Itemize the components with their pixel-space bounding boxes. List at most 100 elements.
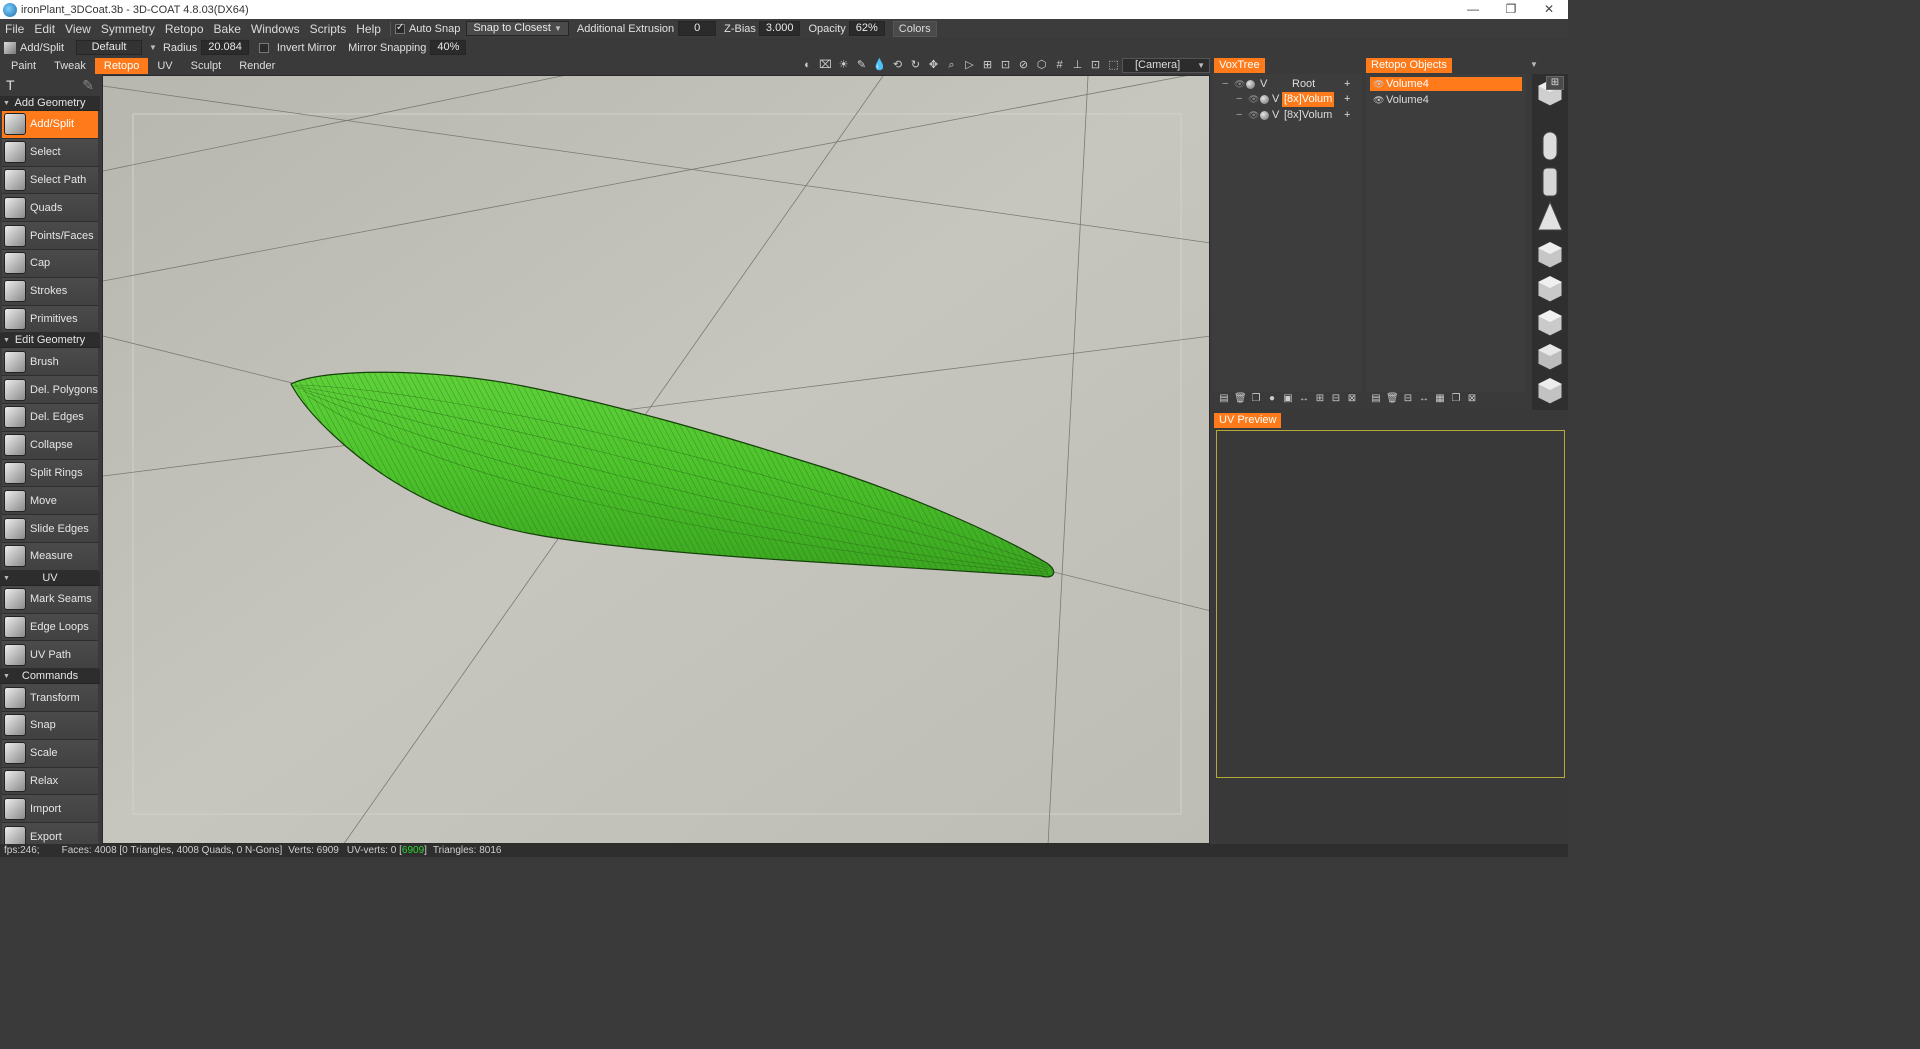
move-icon[interactable]: ↔ [1298, 393, 1310, 404]
menu-help[interactable]: Help [351, 22, 386, 36]
tool-relax[interactable]: Relax [2, 767, 98, 796]
merge-icon[interactable]: ⊞ [1314, 393, 1326, 404]
add-primitive-icon[interactable]: ⊞ [1546, 76, 1564, 90]
zoom-icon[interactable]: ⌕ [944, 59, 959, 72]
close-icon[interactable]: ⊠ [1466, 393, 1478, 404]
viewport[interactable] [102, 75, 1210, 844]
section-edit-geometry[interactable]: Edit Geometry [0, 333, 100, 349]
menu-view[interactable]: View [60, 22, 96, 36]
pan-icon[interactable]: ✥ [926, 59, 941, 72]
copy-icon[interactable]: ❐ [1450, 393, 1462, 404]
cube-icon[interactable]: ⬡ [1034, 59, 1049, 72]
orbit-icon[interactable]: ⟲ [890, 59, 905, 72]
fullscreen-icon[interactable]: ⊡ [1088, 59, 1103, 72]
tab-sculpt[interactable]: Sculpt [182, 58, 231, 74]
brush-icon[interactable]: ✎ [82, 77, 94, 94]
tool-add-split[interactable]: Add/Split [2, 111, 98, 139]
mirror-snapping-field[interactable]: 40% [430, 40, 467, 55]
tool-mark-seams[interactable]: Mark Seams [2, 585, 98, 614]
chevron-down-icon[interactable]: ▼ [149, 43, 157, 52]
tool-brush[interactable]: Brush [2, 348, 98, 377]
no-symbol-icon[interactable]: ⊘ [1016, 59, 1031, 72]
menu-retopo[interactable]: Retopo [160, 22, 209, 36]
tool-slide-edges[interactable]: Slide Edges [2, 515, 98, 543]
tab-render[interactable]: Render [230, 58, 284, 74]
voxtree-row[interactable]: − 👁 V [8x]Volum + [1212, 108, 1362, 123]
close-button[interactable]: ✕ [1530, 0, 1568, 19]
tab-tweak[interactable]: Tweak [45, 58, 95, 74]
frame-selected-icon[interactable]: ⊡ [998, 59, 1013, 72]
save-icon[interactable]: ▣ [1282, 393, 1294, 404]
move-icon[interactable]: ↔ [1418, 393, 1430, 404]
menu-bake[interactable]: Bake [209, 22, 246, 36]
extrusion-field[interactable]: 0 [678, 21, 717, 36]
retopo-objects-title[interactable]: Retopo Objects [1366, 58, 1452, 73]
radius-field[interactable]: 20.084 [201, 40, 249, 55]
split-icon[interactable]: ⊟ [1330, 393, 1342, 404]
restore-button[interactable]: ❐ [1492, 0, 1530, 19]
eye-icon[interactable]: 👁 [1248, 92, 1259, 107]
voxtree-row[interactable]: − 👁 V [8x]Volum + [1212, 92, 1362, 107]
tool-quads[interactable]: Quads [2, 194, 98, 223]
tool-primitives[interactable]: Primitives [2, 305, 98, 334]
pen-icon[interactable]: ✎ [854, 59, 869, 72]
delete-icon[interactable]: 🗑 [1234, 393, 1247, 404]
tool-del-edges[interactable]: Del. Edges [2, 403, 98, 432]
add-layer-icon[interactable]: + [1344, 108, 1350, 123]
uv-preview-canvas[interactable] [1216, 430, 1565, 778]
menu-edit[interactable]: Edit [29, 22, 60, 36]
camera-select[interactable]: [Camera] ▼ [1122, 58, 1210, 73]
retopo-object-row[interactable]: 👁 Volume4 [1370, 77, 1522, 91]
colors-button[interactable]: Colors [892, 20, 937, 37]
voxtree-title[interactable]: VoxTree [1214, 58, 1265, 73]
tool-measure[interactable]: Measure [2, 542, 98, 571]
close-icon[interactable]: ⊠ [1346, 393, 1358, 404]
tool-scale[interactable]: Scale [2, 739, 98, 768]
collapse-icon[interactable]: − [1222, 77, 1228, 92]
section-uv[interactable]: UV [0, 570, 100, 586]
tool-select[interactable]: Select [2, 138, 98, 167]
invert-mirror-checkbox[interactable] [258, 42, 269, 53]
add-layer-icon[interactable]: + [1344, 92, 1350, 107]
delete-icon[interactable]: 🗑 [1386, 393, 1399, 404]
tab-retopo[interactable]: Retopo [94, 57, 149, 74]
eye-icon[interactable]: 👁 [1234, 77, 1245, 92]
retopo-object-row[interactable]: 👁 Volume4 [1370, 93, 1522, 107]
grid-icon[interactable]: # [1052, 59, 1067, 72]
uv-preview-title[interactable]: UV Preview [1214, 413, 1282, 428]
menu-windows[interactable]: Windows [246, 22, 305, 36]
collapse-icon[interactable]: − [1236, 92, 1242, 107]
tool-transform[interactable]: Transform [2, 684, 98, 712]
section-commands[interactable]: Commands [0, 669, 100, 685]
shading-icon[interactable]: ◐ [800, 59, 815, 72]
viewport-canvas[interactable] [103, 76, 1210, 844]
grid-icon[interactable]: ▦ [1434, 393, 1446, 404]
menu-file[interactable]: File [0, 22, 29, 36]
preset-select[interactable]: Default [76, 40, 143, 55]
minimize-button[interactable]: — [1454, 0, 1492, 19]
drop-icon[interactable]: 💧 [872, 59, 887, 72]
sphere-add-icon[interactable]: ● [1266, 393, 1278, 404]
tool-split-rings[interactable]: Split Rings [2, 459, 98, 488]
copy-icon[interactable]: ❐ [1250, 393, 1262, 404]
tool-import[interactable]: Import [2, 795, 98, 824]
opacity-field[interactable]: 62% [848, 21, 885, 36]
eye-icon[interactable]: 👁 [1373, 93, 1384, 107]
menu-scripts[interactable]: Scripts [305, 22, 352, 36]
zbias-field[interactable]: 3.000 [758, 21, 801, 36]
auto-snap-checkbox[interactable] [394, 22, 405, 34]
tool-cap[interactable]: Cap [2, 249, 98, 278]
tab-paint[interactable]: Paint [2, 58, 45, 74]
voxtree-row-root[interactable]: − 👁 V Root + [1212, 77, 1362, 92]
tool-collapse[interactable]: Collapse [2, 431, 98, 460]
tool-uv-path[interactable]: UV Path [2, 641, 98, 670]
layout-icon[interactable]: ⬚ [1106, 59, 1121, 72]
light-icon[interactable]: ☀ [836, 59, 851, 72]
play-icon[interactable]: ▷ [962, 59, 977, 72]
tool-snap[interactable]: Snap [2, 711, 98, 740]
tab-uv[interactable]: UV [148, 58, 181, 74]
menu-symmetry[interactable]: Symmetry [96, 22, 160, 36]
tool-move[interactable]: Move [2, 487, 98, 516]
text-tool-icon[interactable]: T [6, 77, 15, 93]
chevron-down-icon[interactable]: ▼ [1530, 60, 1538, 69]
